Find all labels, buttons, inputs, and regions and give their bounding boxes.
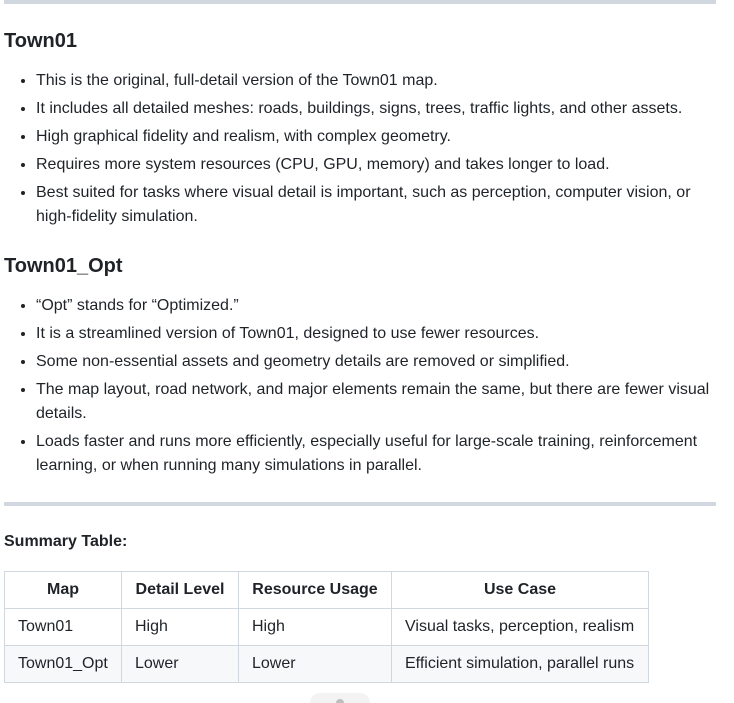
list-item: It includes all detailed meshes: roads, … bbox=[36, 97, 716, 121]
column-header-map: Map bbox=[4, 571, 122, 609]
table-cell: Town01 bbox=[4, 608, 122, 646]
table-row: Town01_Opt Lower Lower Efficient simulat… bbox=[4, 645, 649, 683]
summary-table-title: Summary Table: bbox=[4, 533, 128, 550]
summary-table: Map Detail Level Resource Usage Use Case… bbox=[4, 571, 649, 683]
list-item: This is the original, full-detail versio… bbox=[36, 69, 716, 93]
table-cell: Town01_Opt bbox=[4, 645, 122, 683]
town01-opt-bullet-list: “Opt” stands for “Optimized.” It is a st… bbox=[4, 294, 716, 482]
table-cell: Visual tasks, perception, realism bbox=[391, 608, 649, 646]
arrow-down-icon bbox=[336, 699, 344, 703]
column-header-detail-level: Detail Level bbox=[121, 571, 239, 609]
town01-bullet-list: This is the original, full-detail versio… bbox=[4, 69, 716, 233]
column-header-use-case: Use Case bbox=[391, 571, 649, 609]
list-item: “Opt” stands for “Optimized.” bbox=[36, 294, 716, 318]
table-row: Town01 High High Visual tasks, perceptio… bbox=[4, 608, 649, 646]
section-heading-town01-opt: Town01_Opt bbox=[4, 255, 123, 277]
table-cell: High bbox=[238, 608, 392, 646]
list-item: The map layout, road network, and major … bbox=[36, 378, 716, 426]
table-cell: Efficient simulation, parallel runs bbox=[391, 645, 649, 683]
list-item: High graphical fidelity and realism, wit… bbox=[36, 125, 716, 149]
list-item: It is a streamlined version of Town01, d… bbox=[36, 322, 716, 346]
table-cell: Lower bbox=[238, 645, 392, 683]
list-item: Some non-essential assets and geometry d… bbox=[36, 350, 716, 374]
list-item: Loads faster and runs more efficiently, … bbox=[36, 430, 716, 478]
list-item: Best suited for tasks where visual detai… bbox=[36, 181, 716, 229]
section-divider bbox=[4, 0, 716, 4]
section-heading-town01: Town01 bbox=[4, 30, 77, 52]
section-divider bbox=[4, 502, 716, 506]
table-cell: High bbox=[121, 608, 239, 646]
list-item: Requires more system resources (CPU, GPU… bbox=[36, 153, 716, 177]
table-header-row: Map Detail Level Resource Usage Use Case bbox=[4, 571, 649, 609]
table-cell: Lower bbox=[121, 645, 239, 683]
column-header-resource-usage: Resource Usage bbox=[238, 571, 392, 609]
